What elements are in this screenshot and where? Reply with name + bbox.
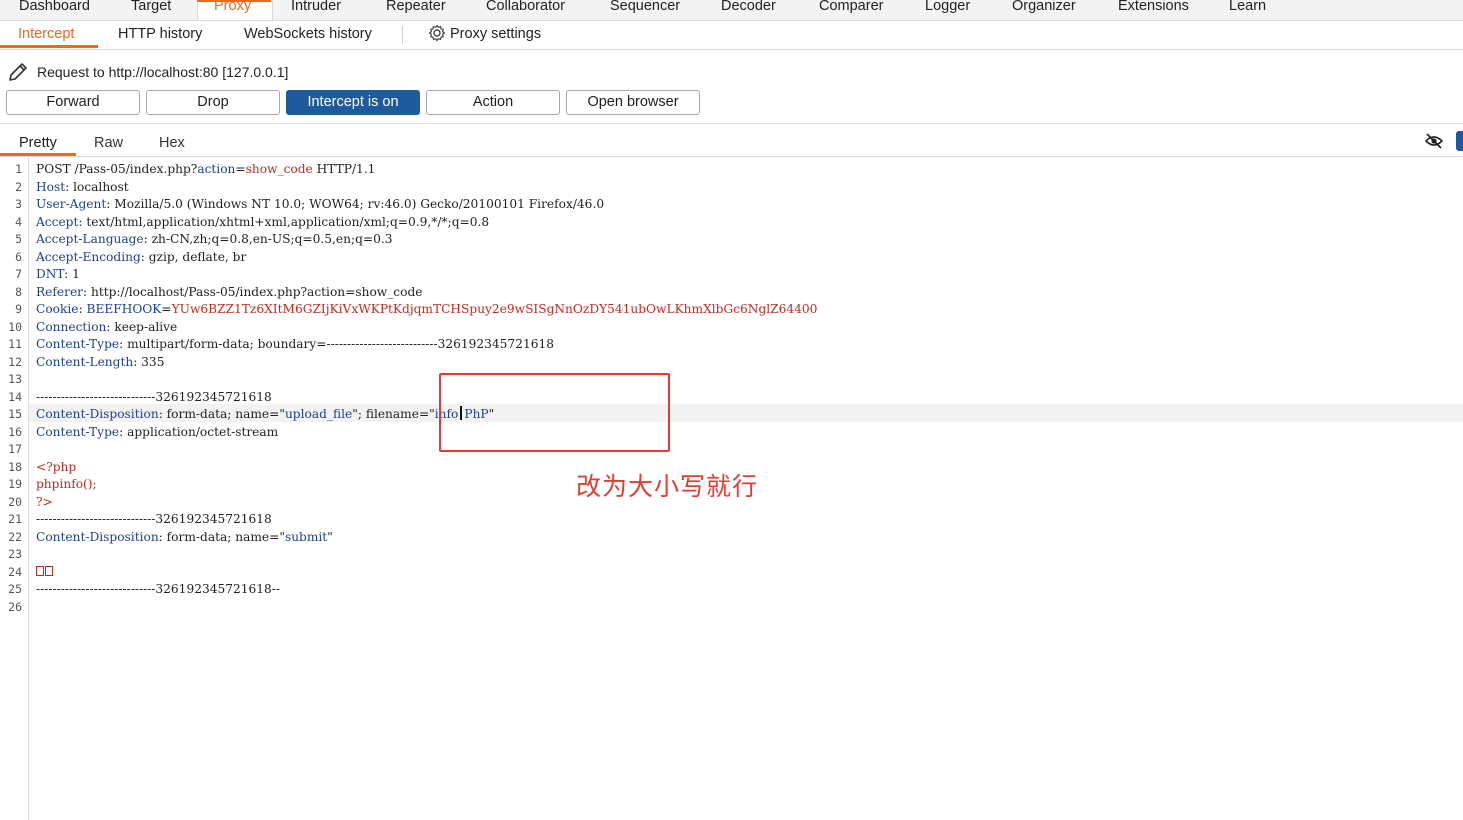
drop-button[interactable]: Drop [146, 90, 280, 115]
request-target-label: Request to http://localhost:80 [127.0.0.… [37, 64, 289, 80]
gutter-divider [28, 157, 29, 820]
line-number: 20 [8, 494, 22, 509]
hide-eye-icon[interactable] [1424, 132, 1444, 150]
tab-separator [402, 26, 403, 44]
line-number: 19 [8, 477, 22, 491]
header-line: Content-Type: multipart/form-data; bound… [36, 337, 554, 351]
tab-comparer[interactable]: Comparer [819, 0, 883, 20]
line-number: 5 [15, 232, 22, 246]
tab-extensions[interactable]: Extensions [1118, 0, 1189, 20]
side-panel-toggle[interactable] [1456, 131, 1463, 151]
cookie-line: Cookie: BEEFHOOK=YUw6BZZ1Tz6XItM6GZIjKiV… [36, 302, 818, 316]
boundary-line: -----------------------------32619234572… [36, 389, 272, 404]
line-number: 4 [15, 214, 22, 229]
header-line: Connection: keep-alive [36, 319, 178, 334]
tab-proxy[interactable]: Proxy [214, 0, 251, 20]
line-number: 23 [8, 547, 22, 561]
header-line: Accept: text/html,application/xhtml+xml,… [36, 214, 490, 229]
tab-pretty[interactable]: Pretty [19, 133, 57, 153]
proxy-settings-label: Proxy settings [450, 26, 542, 42]
content-disposition-line: Content-Disposition: form-data; name="up… [36, 406, 495, 421]
header-line: Referer: http://localhost/Pass-05/index.… [36, 284, 423, 299]
header-line: Accept-Language: zh-CN,zh;q=0.8,en-US;q=… [36, 232, 393, 246]
line-number: 7 [15, 267, 22, 281]
tab-http-history[interactable]: HTTP history [118, 21, 202, 48]
line-number: 15 [8, 407, 22, 421]
line-number: 25 [8, 582, 22, 596]
request-editor[interactable]: POST /Pass-05/index.php?action=show_code… [36, 161, 1456, 616]
tab-websockets-history[interactable]: WebSockets history [244, 21, 372, 48]
line-number: 18 [8, 459, 22, 474]
line-number: 6 [15, 249, 22, 264]
tab-intercept[interactable]: Intercept [18, 21, 74, 48]
boundary-line: -----------------------------32619234572… [36, 582, 280, 596]
forward-button[interactable]: Forward [6, 90, 140, 115]
tab-sequencer[interactable]: Sequencer [610, 0, 680, 20]
tab-raw[interactable]: Raw [94, 133, 123, 153]
line-number: 1 [15, 162, 22, 176]
line-number: 26 [8, 599, 22, 614]
line-number: 10 [8, 319, 22, 334]
annotation-text: 改为大小写就行 [576, 472, 759, 501]
line-number: 8 [15, 284, 22, 299]
line-number: 9 [15, 302, 22, 316]
tab-organizer[interactable]: Organizer [1012, 0, 1076, 20]
intercept-tab-indicator [0, 45, 98, 48]
line-number: 17 [8, 442, 22, 456]
proxy-sub-tab-bar: Intercept HTTP history WebSockets histor… [0, 21, 1463, 50]
tab-intruder[interactable]: Intruder [291, 0, 341, 20]
open-browser-button[interactable]: Open browser [566, 90, 700, 115]
line-number: 24 [8, 564, 22, 579]
gear-icon [428, 24, 446, 42]
tab-learn[interactable]: Learn [1229, 0, 1266, 20]
divider [0, 123, 1463, 124]
line-number-gutter: 1 2 3 4 5 6 7 8 9 10 11 12 13 14 15 16 1… [0, 161, 22, 616]
tab-hex[interactable]: Hex [159, 133, 185, 153]
header-line: Content-Type: application/octet-stream [36, 424, 279, 439]
boundary-line: -----------------------------32619234572… [36, 512, 272, 526]
line-number: 2 [15, 179, 22, 194]
header-line: Host: localhost [36, 179, 129, 194]
line-number: 22 [8, 529, 22, 544]
header-line: User-Agent: Mozilla/5.0 (Windows NT 10.0… [36, 197, 605, 211]
line-number: 12 [8, 354, 22, 369]
line-number: 11 [8, 337, 22, 351]
line-number: 16 [8, 424, 22, 439]
main-tab-bar: Dashboard Target Proxy Intruder Repeater… [0, 0, 1463, 21]
proxy-settings-button[interactable]: Proxy settings [428, 21, 541, 48]
line-number: 13 [8, 372, 22, 386]
header-line: Accept-Encoding: gzip, deflate, br [36, 249, 247, 264]
unprintable-char [36, 565, 44, 576]
tab-decoder[interactable]: Decoder [721, 0, 776, 20]
tab-collaborator[interactable]: Collaborator [486, 0, 565, 20]
request-line: POST /Pass-05/index.php?action=show_code… [36, 162, 376, 176]
tab-dashboard[interactable]: Dashboard [19, 0, 90, 20]
line-number: 14 [8, 389, 22, 404]
pencil-icon [9, 63, 27, 81]
annotation-highlight-box [439, 373, 670, 452]
binary-content-line [36, 564, 1456, 582]
header-line: Content-Length: 335 [36, 354, 165, 369]
tab-logger[interactable]: Logger [925, 0, 970, 20]
tab-target[interactable]: Target [131, 0, 171, 20]
editor-divider [0, 156, 1463, 157]
line-number: 21 [8, 512, 22, 526]
header-line: DNT: 1 [36, 267, 80, 281]
action-button[interactable]: Action [426, 90, 560, 115]
tab-repeater[interactable]: Repeater [386, 0, 446, 20]
intercept-toggle-button[interactable]: Intercept is on [286, 90, 420, 115]
unprintable-char [45, 565, 53, 576]
content-disposition-line: Content-Disposition: form-data; name="su… [36, 529, 333, 544]
line-number: 3 [15, 197, 22, 211]
